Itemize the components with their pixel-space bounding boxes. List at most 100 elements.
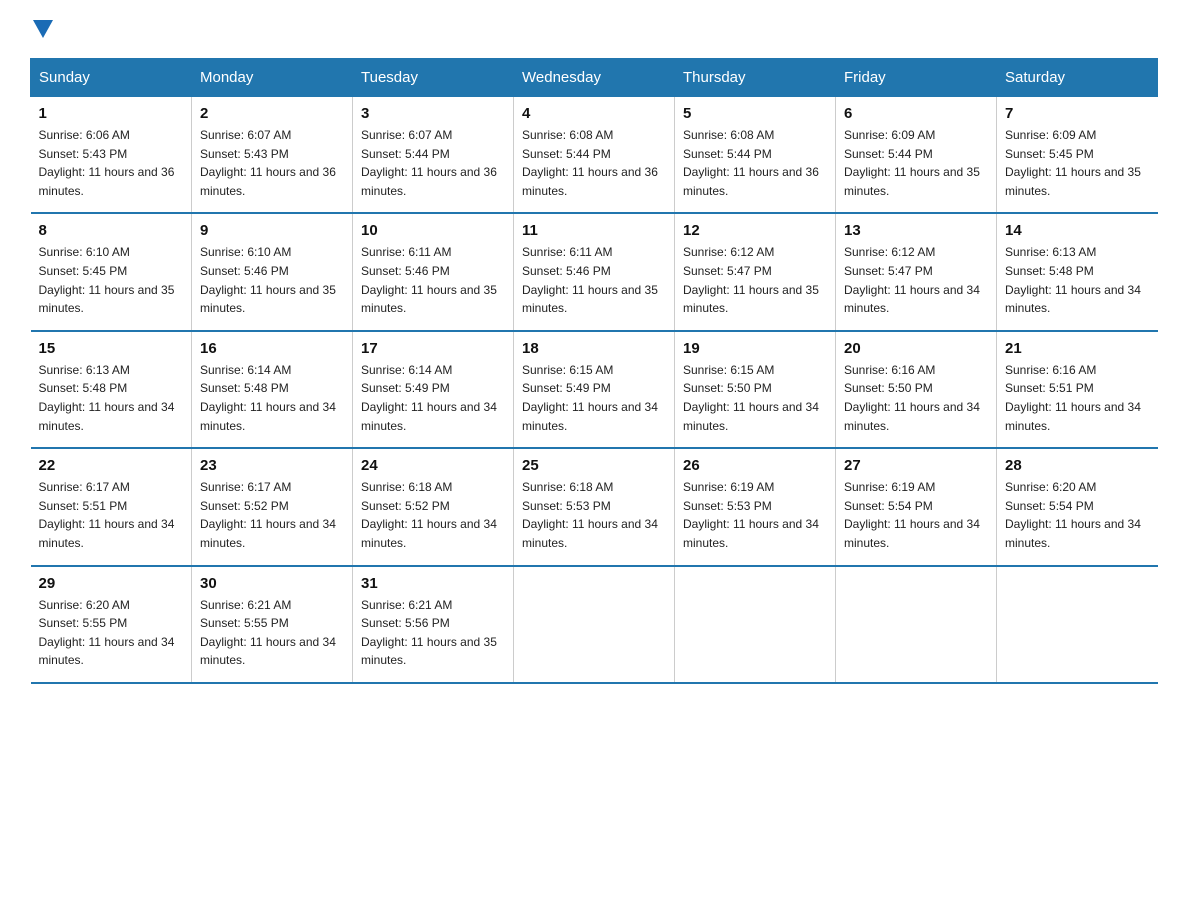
calendar-day-cell: 2 Sunrise: 6:07 AMSunset: 5:43 PMDayligh…	[192, 97, 353, 214]
logo	[30, 20, 55, 38]
calendar-day-cell: 10 Sunrise: 6:11 AMSunset: 5:46 PMDaylig…	[353, 213, 514, 330]
day-number: 7	[1005, 105, 1150, 122]
calendar-week-row: 22 Sunrise: 6:17 AMSunset: 5:51 PMDaylig…	[31, 448, 1158, 565]
day-number: 22	[39, 457, 184, 474]
calendar-body: 1 Sunrise: 6:06 AMSunset: 5:43 PMDayligh…	[31, 97, 1158, 683]
day-number: 12	[683, 222, 827, 239]
day-number: 9	[200, 222, 344, 239]
day-number: 5	[683, 105, 827, 122]
calendar-day-cell: 19 Sunrise: 6:15 AMSunset: 5:50 PMDaylig…	[675, 331, 836, 448]
day-info: Sunrise: 6:08 AMSunset: 5:44 PMDaylight:…	[522, 128, 658, 198]
calendar-day-cell: 28 Sunrise: 6:20 AMSunset: 5:54 PMDaylig…	[997, 448, 1158, 565]
calendar-day-cell: 15 Sunrise: 6:13 AMSunset: 5:48 PMDaylig…	[31, 331, 192, 448]
day-info: Sunrise: 6:15 AMSunset: 5:50 PMDaylight:…	[683, 363, 819, 433]
day-info: Sunrise: 6:11 AMSunset: 5:46 PMDaylight:…	[361, 245, 497, 315]
day-info: Sunrise: 6:07 AMSunset: 5:43 PMDaylight:…	[200, 128, 336, 198]
day-info: Sunrise: 6:10 AMSunset: 5:46 PMDaylight:…	[200, 245, 336, 315]
day-number: 16	[200, 340, 344, 357]
day-number: 23	[200, 457, 344, 474]
calendar-day-cell: 26 Sunrise: 6:19 AMSunset: 5:53 PMDaylig…	[675, 448, 836, 565]
calendar-day-cell	[997, 566, 1158, 683]
day-info: Sunrise: 6:12 AMSunset: 5:47 PMDaylight:…	[683, 245, 819, 315]
page-header	[30, 20, 1158, 38]
day-info: Sunrise: 6:18 AMSunset: 5:53 PMDaylight:…	[522, 480, 658, 550]
calendar-day-cell	[675, 566, 836, 683]
day-info: Sunrise: 6:14 AMSunset: 5:48 PMDaylight:…	[200, 363, 336, 433]
calendar-week-row: 8 Sunrise: 6:10 AMSunset: 5:45 PMDayligh…	[31, 213, 1158, 330]
calendar-day-cell: 22 Sunrise: 6:17 AMSunset: 5:51 PMDaylig…	[31, 448, 192, 565]
day-number: 24	[361, 457, 505, 474]
calendar-day-cell: 21 Sunrise: 6:16 AMSunset: 5:51 PMDaylig…	[997, 331, 1158, 448]
day-number: 3	[361, 105, 505, 122]
day-number: 2	[200, 105, 344, 122]
calendar-day-cell: 18 Sunrise: 6:15 AMSunset: 5:49 PMDaylig…	[514, 331, 675, 448]
calendar-day-cell: 3 Sunrise: 6:07 AMSunset: 5:44 PMDayligh…	[353, 97, 514, 214]
calendar-header: SundayMondayTuesdayWednesdayThursdayFrid…	[31, 59, 1158, 97]
day-number: 4	[522, 105, 666, 122]
day-number: 18	[522, 340, 666, 357]
calendar-day-cell: 16 Sunrise: 6:14 AMSunset: 5:48 PMDaylig…	[192, 331, 353, 448]
calendar-day-cell: 11 Sunrise: 6:11 AMSunset: 5:46 PMDaylig…	[514, 213, 675, 330]
calendar-day-cell: 24 Sunrise: 6:18 AMSunset: 5:52 PMDaylig…	[353, 448, 514, 565]
day-number: 1	[39, 105, 184, 122]
calendar-day-cell: 9 Sunrise: 6:10 AMSunset: 5:46 PMDayligh…	[192, 213, 353, 330]
day-info: Sunrise: 6:21 AMSunset: 5:55 PMDaylight:…	[200, 598, 336, 668]
day-number: 17	[361, 340, 505, 357]
day-info: Sunrise: 6:08 AMSunset: 5:44 PMDaylight:…	[683, 128, 819, 198]
calendar-day-cell: 17 Sunrise: 6:14 AMSunset: 5:49 PMDaylig…	[353, 331, 514, 448]
day-number: 28	[1005, 457, 1150, 474]
day-info: Sunrise: 6:17 AMSunset: 5:52 PMDaylight:…	[200, 480, 336, 550]
logo-triangle-icon	[33, 20, 53, 38]
day-info: Sunrise: 6:06 AMSunset: 5:43 PMDaylight:…	[39, 128, 175, 198]
calendar-day-cell: 8 Sunrise: 6:10 AMSunset: 5:45 PMDayligh…	[31, 213, 192, 330]
day-info: Sunrise: 6:07 AMSunset: 5:44 PMDaylight:…	[361, 128, 497, 198]
day-info: Sunrise: 6:19 AMSunset: 5:54 PMDaylight:…	[844, 480, 980, 550]
day-header-monday: Monday	[192, 59, 353, 97]
day-number: 8	[39, 222, 184, 239]
day-info: Sunrise: 6:17 AMSunset: 5:51 PMDaylight:…	[39, 480, 175, 550]
calendar-day-cell: 6 Sunrise: 6:09 AMSunset: 5:44 PMDayligh…	[836, 97, 997, 214]
calendar-week-row: 1 Sunrise: 6:06 AMSunset: 5:43 PMDayligh…	[31, 97, 1158, 214]
calendar-day-cell	[514, 566, 675, 683]
day-number: 31	[361, 575, 505, 592]
day-info: Sunrise: 6:11 AMSunset: 5:46 PMDaylight:…	[522, 245, 658, 315]
day-number: 25	[522, 457, 666, 474]
day-number: 13	[844, 222, 988, 239]
logo-blue-text	[30, 20, 55, 38]
calendar-week-row: 29 Sunrise: 6:20 AMSunset: 5:55 PMDaylig…	[31, 566, 1158, 683]
day-info: Sunrise: 6:16 AMSunset: 5:51 PMDaylight:…	[1005, 363, 1141, 433]
calendar-day-cell: 7 Sunrise: 6:09 AMSunset: 5:45 PMDayligh…	[997, 97, 1158, 214]
day-number: 6	[844, 105, 988, 122]
day-info: Sunrise: 6:18 AMSunset: 5:52 PMDaylight:…	[361, 480, 497, 550]
calendar-day-cell: 12 Sunrise: 6:12 AMSunset: 5:47 PMDaylig…	[675, 213, 836, 330]
days-of-week-row: SundayMondayTuesdayWednesdayThursdayFrid…	[31, 59, 1158, 97]
day-header-wednesday: Wednesday	[514, 59, 675, 97]
calendar-day-cell: 31 Sunrise: 6:21 AMSunset: 5:56 PMDaylig…	[353, 566, 514, 683]
day-info: Sunrise: 6:14 AMSunset: 5:49 PMDaylight:…	[361, 363, 497, 433]
day-number: 15	[39, 340, 184, 357]
day-info: Sunrise: 6:13 AMSunset: 5:48 PMDaylight:…	[1005, 245, 1141, 315]
day-header-tuesday: Tuesday	[353, 59, 514, 97]
day-header-saturday: Saturday	[997, 59, 1158, 97]
calendar-day-cell: 27 Sunrise: 6:19 AMSunset: 5:54 PMDaylig…	[836, 448, 997, 565]
calendar-day-cell: 1 Sunrise: 6:06 AMSunset: 5:43 PMDayligh…	[31, 97, 192, 214]
day-number: 27	[844, 457, 988, 474]
calendar-day-cell: 20 Sunrise: 6:16 AMSunset: 5:50 PMDaylig…	[836, 331, 997, 448]
day-info: Sunrise: 6:09 AMSunset: 5:44 PMDaylight:…	[844, 128, 980, 198]
calendar-day-cell: 30 Sunrise: 6:21 AMSunset: 5:55 PMDaylig…	[192, 566, 353, 683]
day-info: Sunrise: 6:20 AMSunset: 5:55 PMDaylight:…	[39, 598, 175, 668]
calendar-day-cell: 23 Sunrise: 6:17 AMSunset: 5:52 PMDaylig…	[192, 448, 353, 565]
day-info: Sunrise: 6:09 AMSunset: 5:45 PMDaylight:…	[1005, 128, 1141, 198]
day-info: Sunrise: 6:16 AMSunset: 5:50 PMDaylight:…	[844, 363, 980, 433]
day-number: 30	[200, 575, 344, 592]
day-number: 20	[844, 340, 988, 357]
day-info: Sunrise: 6:13 AMSunset: 5:48 PMDaylight:…	[39, 363, 175, 433]
calendar-table: SundayMondayTuesdayWednesdayThursdayFrid…	[30, 58, 1158, 684]
day-info: Sunrise: 6:10 AMSunset: 5:45 PMDaylight:…	[39, 245, 175, 315]
day-number: 21	[1005, 340, 1150, 357]
calendar-day-cell: 13 Sunrise: 6:12 AMSunset: 5:47 PMDaylig…	[836, 213, 997, 330]
calendar-day-cell	[836, 566, 997, 683]
day-number: 14	[1005, 222, 1150, 239]
day-number: 10	[361, 222, 505, 239]
calendar-day-cell: 25 Sunrise: 6:18 AMSunset: 5:53 PMDaylig…	[514, 448, 675, 565]
